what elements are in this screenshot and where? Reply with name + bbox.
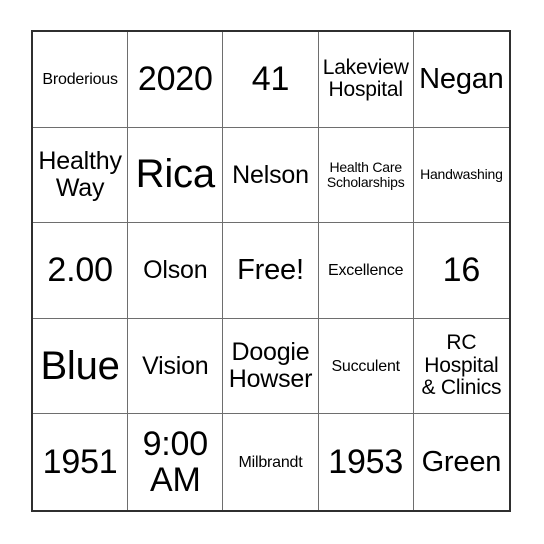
bingo-cell-r2c5[interactable]: Handwashing <box>413 127 509 224</box>
bingo-cell-label: 9:00 AM <box>142 424 209 500</box>
bingo-cell-label: Nelson <box>232 160 309 189</box>
bingo-cell-label: Excellence <box>328 261 404 279</box>
bingo-cell-label: 2020 <box>137 60 213 99</box>
free-space-label: Free! <box>237 253 304 286</box>
bingo-cell-label: 1951 <box>42 443 118 481</box>
bingo-cell-r2c3[interactable]: Nelson <box>223 127 319 224</box>
bingo-page: Broderious 2020 41 Lakeview Hospital Negan He… <box>0 0 544 544</box>
bingo-cell-label: Succulent <box>331 357 400 375</box>
bingo-cell-label: Lakeview Hospital <box>322 55 409 102</box>
bingo-cell-r1c2[interactable]: 2020 <box>128 32 224 128</box>
bingo-cell-r2c2[interactable]: Rica <box>128 127 224 224</box>
bingo-cell-label: 2.00 <box>47 251 113 290</box>
bingo-cell-r5c5[interactable]: Green <box>413 414 509 510</box>
bingo-cell-r3c1[interactable]: 2.00 <box>33 223 129 319</box>
bingo-cell-r1c1[interactable]: Broderious <box>33 32 129 128</box>
bingo-cell-r4c5[interactable]: RC Hospital & Clinics <box>413 318 509 415</box>
bingo-cell-r4c1[interactable]: Blue <box>33 318 129 415</box>
bingo-cell-r1c3[interactable]: 41 <box>223 32 319 128</box>
bingo-cell-label: Negan <box>419 62 504 95</box>
bingo-cell-label: Olson <box>143 256 208 285</box>
bingo-cell-label: Broderious <box>42 70 118 88</box>
bingo-cell-label: Healthy Way <box>38 147 122 202</box>
bingo-cell-label: Milbrandt <box>238 453 303 471</box>
bingo-cell-label: Handwashing <box>420 166 503 183</box>
bingo-cell-r3c5[interactable]: 16 <box>413 223 509 319</box>
bingo-cell-r1c4[interactable]: Lakeview Hospital <box>318 32 414 128</box>
bingo-cell-label: Doogie Howser <box>228 338 313 394</box>
bingo-cell-label: Health Care Scholarships <box>326 158 405 190</box>
bingo-cell-label: Rica <box>135 152 215 197</box>
bingo-cell-label: 16 <box>442 251 481 290</box>
bingo-cell-r5c1[interactable]: 1951 <box>33 414 129 510</box>
bingo-cell-r4c2[interactable]: Vision <box>128 318 224 415</box>
bingo-cell-r5c3[interactable]: Milbrandt <box>223 414 319 510</box>
bingo-card: Broderious 2020 41 Lakeview Hospital Negan He… <box>31 30 511 512</box>
bingo-cell-r2c1[interactable]: Healthy Way <box>33 127 129 224</box>
bingo-cell-label: Green <box>421 445 502 478</box>
bingo-cell-label: RC Hospital & Clinics <box>421 331 502 400</box>
bingo-cell-r3c4[interactable]: Excellence <box>318 223 414 319</box>
bingo-cell-r2c4[interactable]: Health Care Scholarships <box>318 127 414 224</box>
bingo-cell-r4c4[interactable]: Succulent <box>318 318 414 415</box>
bingo-cell-r3c2[interactable]: Olson <box>128 223 224 319</box>
bingo-cell-r1c5[interactable]: Negan <box>413 32 509 128</box>
bingo-cell-r5c2[interactable]: 9:00 AM <box>128 414 224 510</box>
bingo-cell-r5c4[interactable]: 1953 <box>318 414 414 510</box>
bingo-cell-label: 1953 <box>328 443 404 481</box>
bingo-cell-r4c3[interactable]: Doogie Howser <box>223 318 319 415</box>
bingo-cell-label: Vision <box>142 351 209 380</box>
bingo-cell-label: 41 <box>251 60 290 99</box>
bingo-cell-r3c3[interactable]: Free! <box>223 223 319 319</box>
bingo-cell-label: Blue <box>40 343 120 388</box>
